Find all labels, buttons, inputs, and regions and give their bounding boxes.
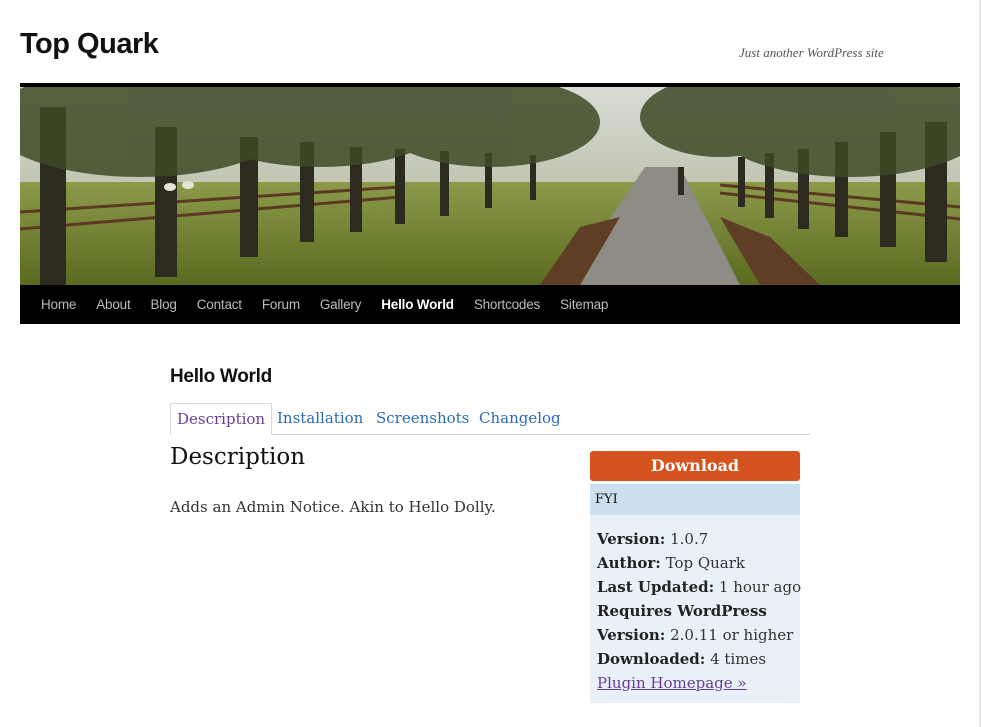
section-heading: Description	[170, 444, 306, 470]
fyi-downloaded: Downloaded: 4 times	[597, 650, 767, 668]
tab-screenshots[interactable]: Screenshots	[370, 403, 475, 435]
fyi-requires-label: Requires WordPress	[597, 602, 767, 620]
page-title: Hello World	[170, 366, 272, 387]
header-image	[20, 83, 960, 285]
nav-item-forum[interactable]: Forum	[252, 285, 310, 324]
fyi-author: Author: Top Quark	[597, 554, 746, 572]
nav-item-sitemap[interactable]: Sitemap	[550, 285, 618, 324]
fyi-heading: FYI	[590, 484, 800, 515]
fyi-last-updated: Last Updated: 1 hour ago	[597, 578, 802, 596]
plugin-homepage-link[interactable]: Plugin Homepage »	[597, 674, 747, 692]
download-button[interactable]: Download	[590, 451, 800, 481]
nav-item-gallery[interactable]: Gallery	[310, 285, 371, 324]
fyi-requires-version: Version: 2.0.11 or higher	[597, 626, 794, 644]
plugin-tabs: Description Installation Screenshots Cha…	[170, 403, 810, 435]
site-tagline: Just another WordPress site	[739, 45, 884, 60]
fyi-version: Version: 1.0.7	[597, 530, 709, 548]
tab-description[interactable]: Description	[170, 403, 273, 435]
site-title[interactable]: Top Quark	[20, 28, 159, 61]
fyi-homepage: Plugin Homepage »	[597, 671, 800, 695]
fyi-box: FYI Version: 1.0.7 Author: Top Quark Las…	[590, 484, 802, 703]
nav-item-blog[interactable]: Blog	[141, 285, 187, 324]
nav-item-about[interactable]: About	[86, 285, 140, 324]
nav-item-home[interactable]: Home	[31, 285, 86, 324]
plugin-description: Adds an Admin Notice. Akin to Hello Doll…	[170, 498, 496, 516]
nav-item-shortcodes[interactable]: Shortcodes	[464, 285, 550, 324]
main-nav: Home About Blog Contact Forum Gallery He…	[20, 285, 960, 324]
tab-installation[interactable]: Installation	[271, 403, 369, 435]
nav-item-hello-world[interactable]: Hello World	[371, 285, 464, 324]
fyi-list: Version: 1.0.7 Author: Top Quark Last Up…	[590, 515, 802, 695]
nav-item-contact[interactable]: Contact	[187, 285, 252, 324]
tab-changelog[interactable]: Changelog	[473, 403, 567, 435]
